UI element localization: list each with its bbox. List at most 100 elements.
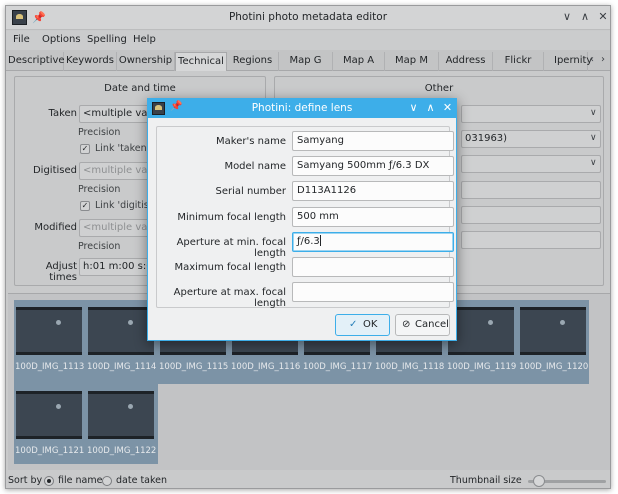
thumbnail[interactable]: 100D_IMG_1114: [87, 301, 157, 377]
checkmark-icon: ✓: [349, 319, 358, 330]
modified-label: Modified: [34, 222, 77, 233]
thumbnail-label: 100D_IMG_1121: [15, 446, 85, 456]
min-focal-length-input[interactable]: 500 mm: [292, 207, 454, 227]
sort-file-name-label: file name: [58, 475, 103, 486]
sort-date-taken-label: date taken: [116, 475, 168, 486]
taken-precision-label: Precision: [78, 127, 121, 138]
other-field-6[interactable]: [461, 231, 601, 249]
link-digitised-checkbox[interactable]: ✓: [80, 201, 90, 211]
tab-ipernity[interactable]: Ipernity: [544, 52, 592, 71]
tab-keywords[interactable]: Keywords: [64, 52, 117, 71]
adjust-times-label: Adjust times: [45, 261, 77, 283]
maximize-icon[interactable]: ∧: [578, 10, 592, 24]
adjust-times-input[interactable]: h:01 m:00 s:00: [79, 258, 153, 276]
sort-file-name-radio[interactable]: [44, 476, 54, 486]
lens-model-chevron-down-icon[interactable]: ∨: [590, 133, 597, 143]
tab-scroll-left-icon[interactable]: ‹: [590, 54, 594, 65]
dialog-close-icon[interactable]: ✕: [441, 101, 454, 115]
thumbnail-image: [88, 391, 154, 439]
thumbnail[interactable]: 100D_IMG_1113: [15, 301, 84, 377]
taken-input[interactable]: <multiple values: [79, 105, 151, 123]
aperture-min-focal-label: Aperture at min. focal length: [176, 237, 286, 259]
aperture-min-focal-input[interactable]: ƒ/6.3: [292, 232, 454, 252]
taken-label: Taken: [48, 108, 77, 119]
dialog-titlebar[interactable]: 📌 Photini: define lens ∨ ∧ ✕: [148, 99, 456, 118]
tab-address[interactable]: Address: [439, 52, 493, 71]
thumbnail-image: [88, 307, 154, 355]
link-taken-checkbox[interactable]: ✓: [80, 144, 90, 154]
thumbnail[interactable]: 100D_IMG_1120: [519, 301, 588, 377]
thumbnail[interactable]: 100D_IMG_1119: [447, 301, 517, 377]
digitised-label: Digitised: [32, 165, 77, 176]
other-field-5[interactable]: [461, 206, 601, 224]
digitised-input[interactable]: <multiple values: [79, 162, 151, 180]
window-title: Photini photo metadata editor: [228, 11, 388, 23]
close-icon[interactable]: ✕: [596, 10, 610, 24]
serial-number-input[interactable]: D113A1126: [292, 181, 454, 201]
thumbnail-size-label: Thumbnail size: [450, 475, 522, 486]
modified-input[interactable]: <multiple values: [79, 219, 151, 237]
thumbnail-label: 100D_IMG_1118: [375, 362, 445, 372]
other-title: Other: [424, 83, 454, 94]
cancel-label: Cancel: [415, 319, 449, 330]
text-caret: [319, 235, 321, 246]
ok-button[interactable]: ✓ OK: [335, 314, 390, 336]
thumbnail-size-slider-handle[interactable]: [533, 475, 545, 487]
digitised-precision-label: Precision: [78, 184, 121, 195]
menu-spelling[interactable]: Spelling: [87, 34, 127, 45]
thumbnail[interactable]: 100D_IMG_1122: [87, 385, 157, 461]
modified-precision-label: Precision: [78, 241, 121, 252]
date-time-title: Date and time: [104, 83, 176, 94]
other-field-3-chevron-down-icon[interactable]: ∨: [590, 158, 597, 168]
thumbnail-label: 100D_IMG_1117: [303, 362, 373, 372]
sort-date-taken-radio[interactable]: [102, 476, 112, 486]
thumbnail-image: [520, 307, 586, 355]
thumbnail-label: 100D_IMG_1119: [447, 362, 517, 372]
other-field-4[interactable]: [461, 181, 601, 199]
lens-model-combo[interactable]: 031963): [461, 130, 601, 148]
dialog-maximize-icon[interactable]: ∧: [424, 101, 437, 115]
tab-flickr[interactable]: Flickr: [493, 52, 544, 71]
cancel-button[interactable]: ⊘ Cancel: [395, 314, 450, 336]
menu-file[interactable]: File: [13, 34, 30, 45]
thumbnail-label: 100D_IMG_1114: [87, 362, 157, 372]
tab-map-m[interactable]: Map M: [385, 52, 439, 71]
max-focal-length-input[interactable]: [292, 257, 454, 277]
menu-help[interactable]: Help: [133, 34, 156, 45]
tab-regions[interactable]: Regions: [227, 52, 279, 71]
lens-form: Maker's name Samyang Model name Samyang …: [156, 126, 454, 309]
model-name-input[interactable]: Samyang 500mm ƒ/6.3 DX: [292, 156, 454, 176]
menubar: File Options Spelling Help: [6, 31, 610, 50]
menu-options[interactable]: Options: [42, 34, 81, 45]
aperture-max-focal-input[interactable]: [292, 282, 454, 302]
main-titlebar[interactable]: 📌 Photini photo metadata editor ∨ ∧ ✕: [6, 6, 610, 30]
thumbnail-label: 100D_IMG_1115: [159, 362, 229, 372]
thumbnail-image: [16, 307, 82, 355]
tab-map-a[interactable]: Map A: [333, 52, 385, 71]
tab-descriptive[interactable]: Descriptive: [8, 52, 65, 71]
makers-name-label: Maker's name: [216, 136, 286, 147]
thumbnail-image: [448, 307, 514, 355]
model-name-label: Model name: [224, 161, 286, 172]
makers-name-input[interactable]: Samyang: [292, 131, 454, 151]
ok-label: OK: [363, 319, 378, 330]
aperture-max-focal-label: Aperture at max. focal length: [173, 287, 286, 309]
tab-scroll-right-icon[interactable]: ›: [601, 54, 605, 65]
thumbnail[interactable]: 100D_IMG_1121: [15, 385, 85, 461]
sort-by-label: Sort by: [8, 475, 43, 486]
tab-technical[interactable]: Technical: [175, 52, 227, 71]
dialog-minimize-icon[interactable]: ∨: [407, 101, 420, 115]
thumbnail-label: 100D_IMG_1122: [87, 446, 157, 456]
thumbnail-label: 100D_IMG_1116: [231, 362, 301, 372]
tab-bar: Descriptive Keywords Ownership Technical…: [6, 50, 610, 71]
lens-serial-partial: 031963): [465, 133, 508, 144]
tab-ownership[interactable]: Ownership: [117, 52, 175, 71]
aperture-min-focal-value: ƒ/6.3: [297, 236, 320, 247]
tab-map-g[interactable]: Map G: [279, 52, 333, 71]
other-field-3[interactable]: [461, 155, 601, 173]
define-lens-dialog: 📌 Photini: define lens ∨ ∧ ✕ Maker's nam…: [147, 98, 457, 341]
other-field-1[interactable]: [461, 105, 601, 123]
minimize-icon[interactable]: ∨: [560, 10, 574, 24]
other-field-1-chevron-down-icon[interactable]: ∨: [590, 108, 597, 118]
thumbnail-image: [16, 391, 82, 439]
